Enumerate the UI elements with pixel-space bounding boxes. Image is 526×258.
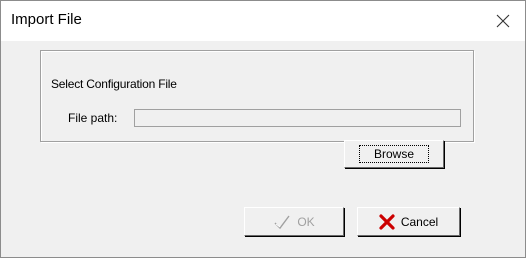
close-button[interactable] <box>481 1 525 41</box>
file-path-field[interactable] <box>134 109 461 127</box>
check-icon <box>274 215 290 229</box>
x-mark-icon <box>379 213 395 230</box>
ok-label: OK <box>297 214 315 229</box>
ok-button[interactable]: OK <box>244 207 344 236</box>
select-configuration-group <box>40 50 474 142</box>
close-icon <box>496 14 510 28</box>
cancel-label: Cancel <box>400 214 439 229</box>
cancel-button[interactable]: Cancel <box>357 207 460 236</box>
group-legend: Select Configuration File <box>50 77 178 91</box>
browse-label: Browse <box>358 145 429 163</box>
title-bar[interactable]: Import File <box>1 1 525 41</box>
dialog-title: Import File <box>11 11 82 28</box>
file-path-label: File path: <box>68 111 118 125</box>
browse-button[interactable]: Browse <box>344 140 444 168</box>
